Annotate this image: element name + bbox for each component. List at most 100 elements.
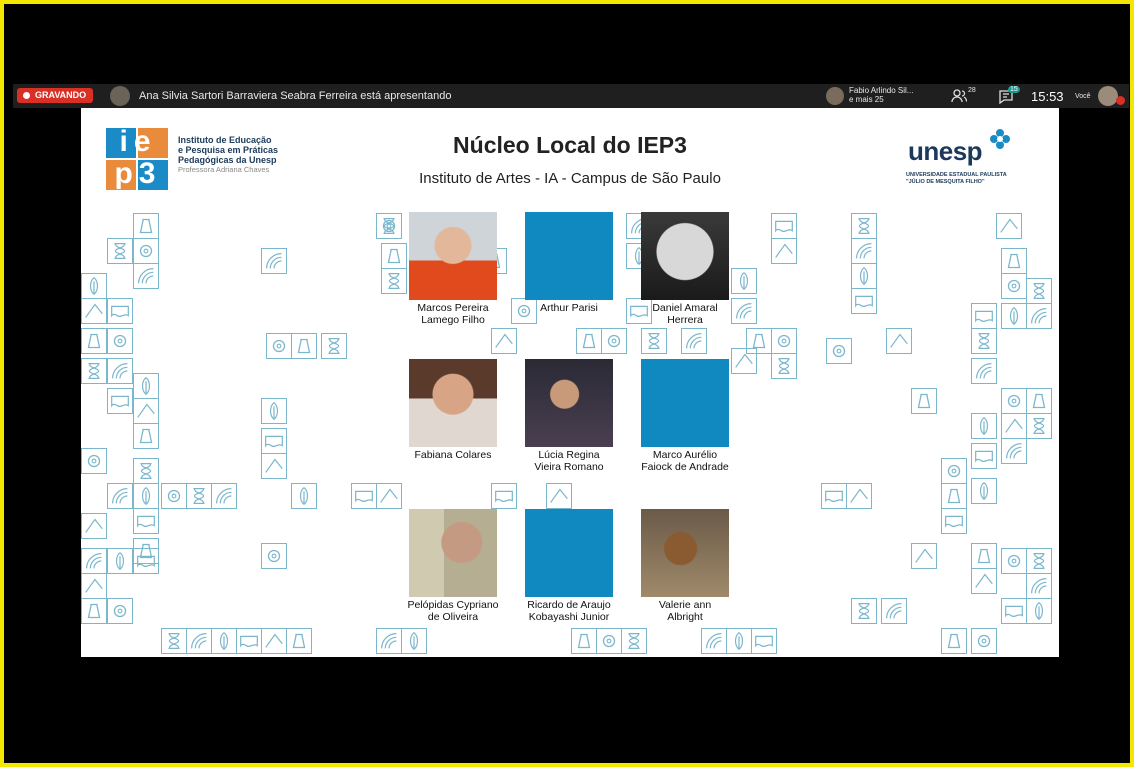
pattern-tile: [941, 508, 967, 534]
pattern-tile: [851, 238, 877, 264]
pattern-tile: [1026, 413, 1052, 439]
pattern-tile-icon: [380, 488, 398, 503]
participant-avatar[interactable]: [826, 87, 844, 105]
pattern-tile-icon: [856, 243, 872, 259]
participants-summary[interactable]: Fabio Arlindo Sil... e mais 25: [849, 86, 913, 104]
pattern-tile-icon: [975, 450, 993, 463]
pattern-tile: [381, 268, 407, 294]
pattern-tile: [261, 628, 287, 654]
pattern-tile-icon: [113, 604, 127, 618]
pattern-tile: [81, 573, 107, 599]
pattern-tile: [81, 273, 107, 299]
pattern-tile: [401, 628, 427, 654]
pattern-tile-icon: [975, 310, 993, 323]
placeholder-photo: [525, 509, 613, 597]
recording-badge[interactable]: GRAVANDO: [17, 88, 94, 103]
pattern-tile: [681, 328, 707, 354]
pattern-tile-icon: [87, 603, 101, 619]
pattern-tile-icon: [267, 549, 281, 563]
pattern-tile-icon: [1007, 394, 1021, 408]
pattern-tile-icon: [686, 333, 702, 349]
pattern-tile-icon: [86, 553, 102, 569]
pattern-tile-icon: [266, 253, 282, 269]
pattern-tile-icon: [139, 244, 153, 258]
pattern-tile: [133, 423, 159, 449]
pattern-tile: [211, 483, 237, 509]
pattern-tile: [291, 483, 317, 509]
pattern-tile-icon: [167, 489, 181, 503]
pattern-tile-icon: [648, 333, 660, 349]
pattern-tile-icon: [139, 218, 153, 234]
pattern-tile-icon: [582, 333, 596, 349]
pattern-tile-icon: [297, 338, 311, 354]
pattern-tile: [941, 458, 967, 484]
pattern-tile-icon: [328, 338, 340, 354]
pattern-tile-icon: [299, 486, 309, 506]
pattern-tile: [881, 598, 907, 624]
pattern-tile: [1001, 598, 1027, 624]
pattern-tile-icon: [168, 633, 180, 649]
pattern-tile-icon: [139, 428, 153, 444]
pattern-tile-icon: [137, 515, 155, 528]
pattern-tile-icon: [739, 271, 749, 291]
pattern-tile-icon: [734, 631, 744, 651]
pattern-tile: [81, 513, 107, 539]
pattern-tile: [821, 483, 847, 509]
person-photo: [641, 509, 729, 597]
pattern-tile-icon: [628, 633, 640, 649]
pattern-tile: [161, 483, 187, 509]
pattern-tile: [1026, 388, 1052, 414]
person-photo: [641, 212, 729, 300]
pattern-tile: [261, 543, 287, 569]
participant-more: e mais 25: [849, 95, 884, 104]
pattern-tile-icon: [858, 218, 870, 234]
pattern-tile: [351, 483, 377, 509]
pattern-tile: [266, 333, 292, 359]
pattern-tile-icon: [947, 464, 961, 478]
participant-name: Fabio Arlindo Sil...: [849, 86, 914, 95]
pattern-tile: [851, 263, 877, 289]
chat-button[interactable]: 15: [993, 86, 1023, 105]
pattern-tile-icon: [607, 334, 621, 348]
pattern-tile: [911, 543, 937, 569]
pattern-tile-icon: [890, 333, 908, 348]
self-label: Você: [1075, 93, 1091, 100]
pattern-tile-icon: [112, 363, 128, 379]
pattern-tile-icon: [137, 403, 155, 418]
pattern-tile-icon: [495, 490, 513, 503]
pattern-tile-icon: [1034, 601, 1044, 621]
pattern-tile: [971, 413, 997, 439]
pattern-tile: [851, 213, 877, 239]
pattern-tile: [81, 358, 107, 384]
pattern-tile-icon: [87, 454, 101, 468]
pattern-tile-icon: [388, 273, 400, 289]
pattern-tile-icon: [1033, 418, 1045, 434]
pattern-tile: [81, 448, 107, 474]
pattern-tile: [133, 213, 159, 239]
people-button[interactable]: 28: [945, 87, 985, 105]
pattern-tile-icon: [292, 633, 306, 649]
pattern-tile: [971, 358, 997, 384]
pattern-tile: [971, 328, 997, 354]
pattern-tile-icon: [976, 363, 992, 379]
pattern-tile-icon: [1007, 279, 1021, 293]
pattern-tile: [107, 548, 133, 574]
pattern-tile-icon: [495, 333, 513, 348]
pattern-tile: [133, 263, 159, 289]
pattern-tile-icon: [114, 243, 126, 259]
pattern-tile: [546, 483, 572, 509]
pattern-tile-icon: [979, 481, 989, 501]
self-avatar[interactable]: [1098, 86, 1118, 106]
pattern-tile: [771, 353, 797, 379]
pattern-tile: [261, 453, 287, 479]
pattern-tile-icon: [85, 518, 103, 533]
pattern-tile: [641, 328, 667, 354]
pattern-tile: [1026, 303, 1052, 329]
person-name: Fabiana Colares: [414, 449, 492, 461]
pattern-tile: [1026, 548, 1052, 574]
pattern-tile: [971, 303, 997, 329]
person-photo: [409, 509, 497, 597]
pattern-tile: [133, 483, 159, 509]
pattern-tile: [771, 213, 797, 239]
pattern-tile: [941, 628, 967, 654]
